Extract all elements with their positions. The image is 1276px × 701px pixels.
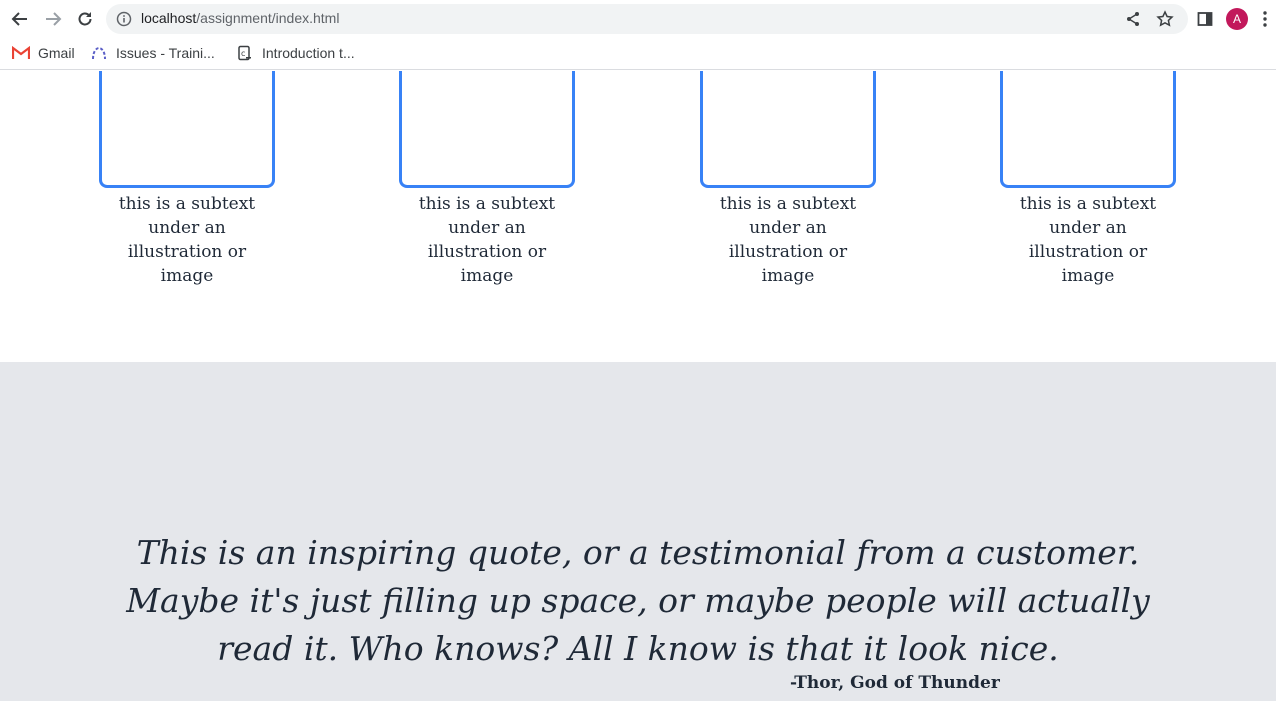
- url-path: /assignment/index.html: [196, 10, 340, 26]
- bookmark-gmail[interactable]: Gmail: [12, 43, 75, 63]
- back-arrow-icon[interactable]: [9, 8, 31, 30]
- card-caption: this is a subtext under an illustration …: [1019, 194, 1157, 286]
- feature-card: this is a subtext under an illustration …: [1000, 71, 1176, 288]
- url-host: localhost: [141, 10, 197, 26]
- illustration-placeholder: [700, 71, 876, 188]
- bookmark-label: Gmail: [38, 45, 75, 61]
- illustration-placeholder: [399, 71, 575, 188]
- svg-text:c: c: [241, 49, 245, 58]
- card-caption: this is a subtext under an illustration …: [719, 194, 857, 286]
- bookmark-label: Introduction t...: [262, 45, 355, 61]
- card-caption: this is a subtext under an illustration …: [118, 194, 256, 286]
- site-info-icon[interactable]: [116, 11, 132, 27]
- quote-section: This is an inspiring quote, or a testimo…: [0, 362, 1276, 701]
- page-content: this is a subtext under an illustration …: [0, 71, 1276, 701]
- bookmark-label: Issues - Traini...: [116, 45, 215, 61]
- reload-icon[interactable]: [74, 8, 96, 30]
- issues-icon: [90, 45, 108, 61]
- browser-toolbar: localhost/assignment/index.html A: [0, 0, 1276, 37]
- feature-card: this is a subtext under an illustration …: [700, 71, 876, 288]
- illustration-placeholder: [1000, 71, 1176, 188]
- quote-text: This is an inspiring quote, or a testimo…: [126, 533, 1150, 668]
- feature-card: this is a subtext under an illustration …: [399, 71, 575, 288]
- side-panel-icon[interactable]: [1194, 8, 1216, 30]
- url-text[interactable]: localhost/assignment/index.html: [141, 10, 339, 26]
- card-caption: this is a subtext under an illustration …: [418, 194, 556, 286]
- quote-author: -Thor, God of Thunder: [790, 673, 1000, 693]
- more-menu-icon[interactable]: [1254, 8, 1276, 30]
- feature-card: this is a subtext under an illustration …: [99, 71, 275, 288]
- profile-avatar[interactable]: A: [1226, 8, 1248, 30]
- forward-arrow-icon[interactable]: [42, 8, 64, 30]
- bookmarks-bar: Gmail Issues - Traini... c Introduction …: [0, 37, 1276, 70]
- document-icon: c: [236, 45, 254, 61]
- bookmark-issues[interactable]: Issues - Traini...: [90, 43, 215, 63]
- share-icon[interactable]: [1124, 10, 1142, 28]
- address-bar[interactable]: localhost/assignment/index.html: [106, 4, 1188, 34]
- gmail-icon: [12, 45, 30, 61]
- bookmark-introduction[interactable]: c Introduction t...: [236, 43, 355, 63]
- illustration-placeholder: [99, 71, 275, 188]
- bookmark-star-icon[interactable]: [1156, 10, 1174, 28]
